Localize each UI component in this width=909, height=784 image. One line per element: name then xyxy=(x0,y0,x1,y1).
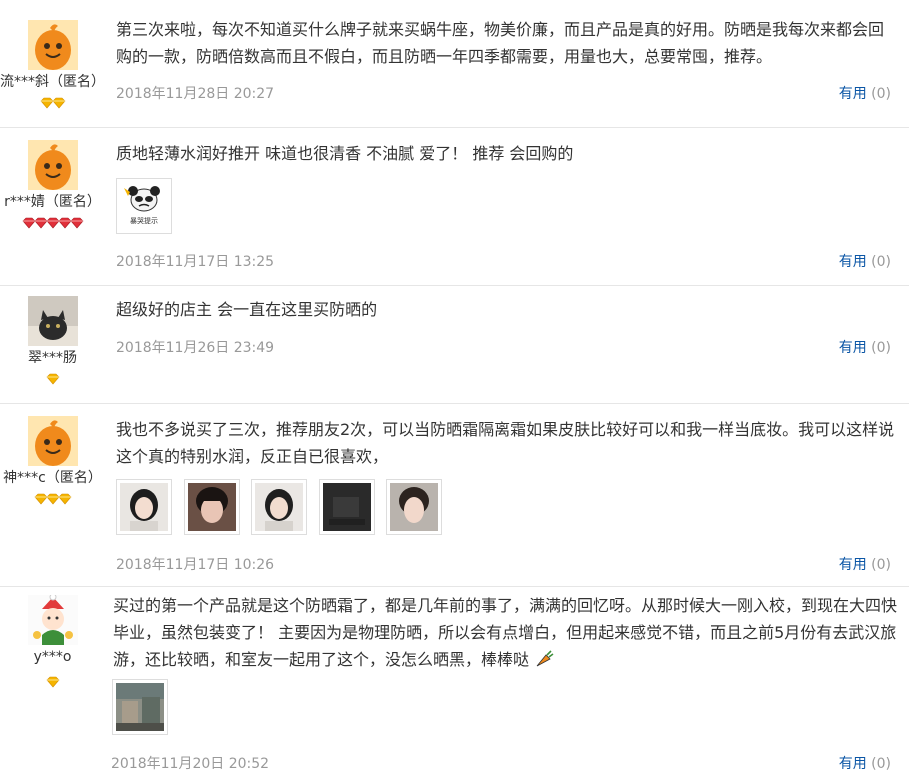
useful-button[interactable]: 有用 xyxy=(839,340,867,356)
username: 翠***肠 xyxy=(28,350,77,366)
user-info: 流***斜（匿名） xyxy=(0,20,105,108)
user-level-badges xyxy=(0,94,105,108)
review-text-body: 买过的第一个产品就是这个防晒霜了，都是几年前的事了，满满的回忆呀。从那时候大一刚… xyxy=(113,596,898,669)
avatar[interactable] xyxy=(27,296,78,346)
travel-photo-image xyxy=(116,683,164,731)
review-item: y***o 买过的第一个产品就是这个防晒霜了，都是几年前的事了，满满的回忆呀。从… xyxy=(0,587,909,784)
review-text: 我也不多说买了三次，推荐朋友2次，可以当防晒霜隔离霜如果皮肤比较好可以和我一样当… xyxy=(116,420,895,466)
avatar[interactable] xyxy=(28,20,78,70)
review-date: 2018年11月17日 13:25 xyxy=(116,254,275,270)
useful-button[interactable]: 有用 xyxy=(839,557,867,573)
photo-caption: 暴哭提示 xyxy=(130,217,158,225)
user-level-badges xyxy=(0,214,105,228)
avatar[interactable] xyxy=(28,416,78,466)
review-photo-thumbnail[interactable] xyxy=(251,479,307,535)
useful-button[interactable]: 有用 xyxy=(839,254,867,270)
useful-count: (0) xyxy=(871,254,891,270)
useful-button[interactable]: 有用 xyxy=(839,756,867,772)
review-text: 买过的第一个产品就是这个防晒霜了，都是几年前的事了，满满的回忆呀。从那时候大一刚… xyxy=(113,592,903,673)
useful-button[interactable]: 有用 xyxy=(839,86,867,102)
carrot-emoji-icon xyxy=(536,650,554,667)
useful-count: (0) xyxy=(871,756,891,772)
review-date: 2018年11月20日 20:52 xyxy=(111,756,270,772)
cartoon-avatar xyxy=(27,595,78,645)
red-diamond-icon xyxy=(70,217,84,229)
useful-vote: 有用 (0) xyxy=(839,753,891,773)
selfie-image xyxy=(120,483,168,531)
review-date: 2018年11月26日 23:49 xyxy=(116,340,275,356)
username: 流***斜（匿名） xyxy=(0,74,105,90)
user-level-badges xyxy=(0,673,105,687)
username: y***o xyxy=(33,649,72,665)
dark-photo-image xyxy=(323,483,371,531)
review-date: 2018年11月28日 20:27 xyxy=(116,86,275,102)
review-photo-thumbnail[interactable] xyxy=(386,479,442,535)
username: 神***c（匿名） xyxy=(3,470,102,486)
useful-count: (0) xyxy=(871,557,891,573)
selfie-image xyxy=(188,483,236,531)
cat-photo-avatar xyxy=(27,296,78,346)
review-photo-thumbnail[interactable] xyxy=(184,479,240,535)
user-info: r***婧（匿名） xyxy=(0,140,105,228)
review-item: 神***c（匿名） 我也不多说买了三次，推荐朋友2次，可以当防晒霜隔离霜如果皮肤… xyxy=(0,404,909,587)
useful-vote: 有用 (0) xyxy=(839,554,891,574)
user-level-badges xyxy=(0,370,105,384)
review-photo-thumbnail[interactable] xyxy=(112,679,168,735)
username: r***婧（匿名） xyxy=(4,194,101,210)
review-list: 流***斜（匿名） 第三次来啦，每次不知道买什么牌子就来买蜗牛座，物美价廉，而且… xyxy=(0,0,909,784)
user-info: y***o xyxy=(0,595,105,687)
review-photo-thumbnail[interactable] xyxy=(319,479,375,535)
review-text: 质地轻薄水润好推开 味道也很清香 不油腻 爱了！ 推荐 会回购的 xyxy=(116,144,574,163)
avatar[interactable] xyxy=(28,140,78,190)
user-info: 神***c（匿名） xyxy=(0,416,105,504)
review-photo-thumbnail[interactable] xyxy=(116,479,172,535)
gold-diamond-icon xyxy=(58,493,72,505)
avatar[interactable] xyxy=(27,595,78,645)
gold-diamond-icon xyxy=(52,97,66,109)
useful-count: (0) xyxy=(871,86,891,102)
selfie-image xyxy=(255,483,303,531)
gold-diamond-icon xyxy=(46,373,60,385)
review-photo-thumbnail[interactable]: 暴哭提示 xyxy=(116,178,172,234)
user-level-badges xyxy=(0,490,105,504)
review-text: 超级好的店主 会一直在这里买防晒的 xyxy=(116,300,378,319)
useful-vote: 有用 (0) xyxy=(839,337,891,357)
review-date: 2018年11月17日 10:26 xyxy=(116,557,275,573)
useful-vote: 有用 (0) xyxy=(839,251,891,271)
useful-vote: 有用 (0) xyxy=(839,83,891,103)
review-item: r***婧（匿名） 质地轻薄水润好推开 味道也很清香 不油腻 爱了！ 推荐 会回… xyxy=(0,128,909,286)
useful-count: (0) xyxy=(871,340,891,356)
review-item: 翠***肠 超级好的店主 会一直在这里买防晒的 2018年11月26日 23:4… xyxy=(0,286,909,404)
user-info: 翠***肠 xyxy=(0,296,105,384)
review-item: 流***斜（匿名） 第三次来啦，每次不知道买什么牌子就来买蜗牛座，物美价廉，而且… xyxy=(0,0,909,128)
selfie-image xyxy=(390,483,438,531)
review-text: 第三次来啦，每次不知道买什么牌子就来买蜗牛座，物美价廉，而且产品是真的好用。防晒… xyxy=(116,20,885,66)
gold-diamond-icon xyxy=(46,676,60,688)
